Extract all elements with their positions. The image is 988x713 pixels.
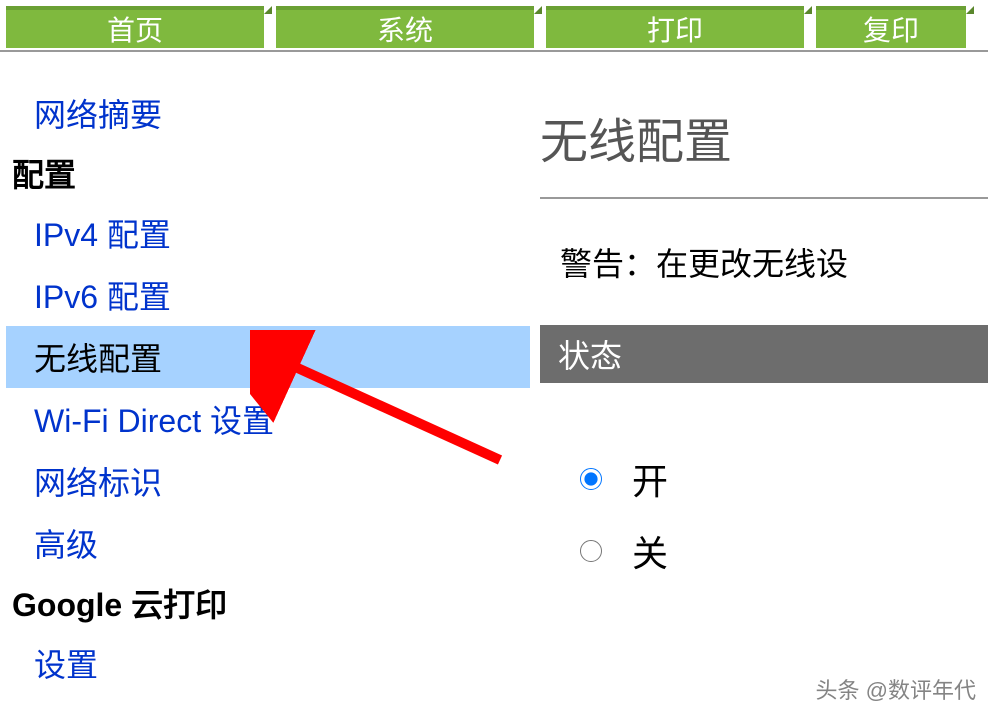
page-title: 无线配置 [540,92,988,199]
warning-text: 警告：在更改无线设 [540,199,988,325]
sidebar-heading-config: 配置 [6,144,530,202]
main-panel: 无线配置 警告：在更改无线设 状态 开 关 [530,82,988,694]
radio-off-label: 关 [632,525,668,577]
radio-on-label: 开 [632,453,668,505]
tab-copy[interactable]: 复印 [816,6,966,48]
status-section-header: 状态 [540,325,988,383]
radio-on[interactable]: 开 [580,453,988,505]
sidebar-item-network-id[interactable]: 网络标识 [6,450,530,512]
sidebar-item-wifi-direct[interactable]: Wi-Fi Direct 设置 [6,388,530,450]
sidebar-item-ipv4[interactable]: IPv4 配置 [6,202,530,264]
sidebar-item-ipv6[interactable]: IPv6 配置 [6,264,530,326]
radio-off-input[interactable] [580,540,602,562]
radio-off[interactable]: 关 [580,525,988,577]
sidebar-item-settings[interactable]: 设置 [6,632,530,694]
tab-home[interactable]: 首页 [6,6,264,48]
sidebar-item-advanced[interactable]: 高级 [6,512,530,574]
tab-system[interactable]: 系统 [276,6,534,48]
content-area: 网络摘要 配置 IPv4 配置 IPv6 配置 无线配置 Wi-Fi Direc… [0,82,988,694]
watermark: 头条 @数评年代 [816,673,976,705]
sidebar-item-network-summary[interactable]: 网络摘要 [6,82,530,144]
sidebar-heading-google: Google 云打印 [6,574,530,632]
sidebar: 网络摘要 配置 IPv4 配置 IPv6 配置 无线配置 Wi-Fi Direc… [0,82,530,694]
tab-print[interactable]: 打印 [546,6,804,48]
radio-on-input[interactable] [580,468,602,490]
status-radio-group: 开 关 [540,383,988,577]
sidebar-item-wireless[interactable]: 无线配置 [6,326,530,388]
tab-divider [0,50,988,52]
top-tabs: 首页 系统 打印 复印 [0,0,988,48]
